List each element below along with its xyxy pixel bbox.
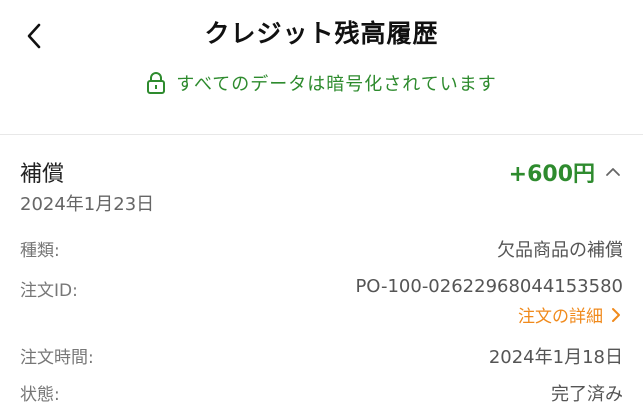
page-title: クレジット残高履歴 — [204, 19, 439, 48]
detail-value: 完了済み — [551, 384, 623, 405]
detail-label: 状態: — [20, 385, 60, 405]
entry-date: 2024年1月23日 — [20, 194, 155, 215]
detail-label: 注文時間: — [20, 348, 94, 368]
entry-amount: +600円 — [508, 162, 595, 187]
security-notice-text: すべてのデータは暗号化されています — [176, 74, 497, 95]
lock-icon — [146, 71, 166, 95]
entry-title: 補償 — [20, 162, 65, 187]
divider — [0, 134, 643, 135]
order-detail-link[interactable]: 注文の詳細 — [518, 302, 621, 327]
chevron-up-icon — [605, 166, 621, 178]
amount-toggle[interactable]: +600円 — [509, 156, 621, 188]
detail-value: PO-100-02622968044153580 — [355, 276, 623, 297]
security-notice: すべてのデータは暗号化されています — [0, 70, 643, 96]
header: クレジット残高履歴 — [0, 0, 643, 70]
detail-value: 2024年1月18日 — [488, 347, 623, 368]
order-detail-link-text: 注文の詳細 — [518, 307, 603, 327]
detail-value: 欠品商品の補償 — [497, 240, 623, 261]
detail-label: 種類: — [20, 241, 60, 261]
detail-label: 注文ID: — [20, 281, 78, 301]
chevron-right-icon — [611, 307, 621, 323]
